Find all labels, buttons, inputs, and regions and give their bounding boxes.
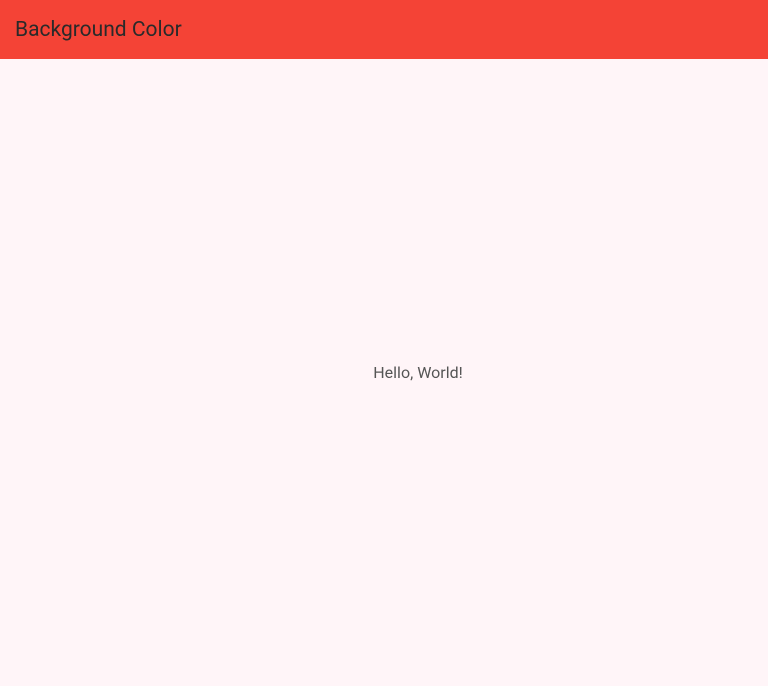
hello-text: Hello, World! <box>373 363 462 382</box>
main-content: Hello, World! <box>0 59 768 686</box>
app-bar: Background Color <box>0 0 768 59</box>
app-bar-title: Background Color <box>15 18 182 42</box>
